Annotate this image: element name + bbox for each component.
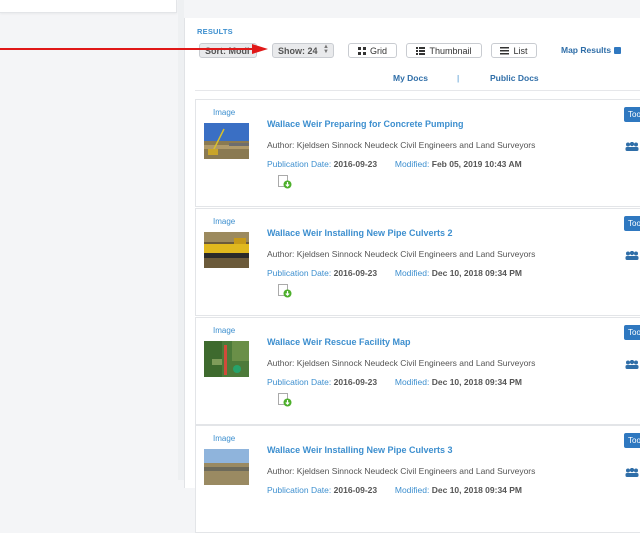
red-arrow-head xyxy=(252,44,268,54)
tools-button[interactable]: Too xyxy=(624,433,640,448)
show-count-select[interactable]: Show: 24 ▲ ▼ xyxy=(272,43,334,58)
download-icon[interactable] xyxy=(278,393,292,409)
sort-select[interactable]: Sort: Modi xyxy=(199,43,257,58)
publication-date-label: Publication Date: xyxy=(267,377,332,387)
results-heading: RESULTS xyxy=(197,27,233,36)
tab-my-docs[interactable]: My Docs xyxy=(393,73,428,83)
result-type-label: Image xyxy=(213,108,236,117)
publication-date-value: 2016-09-23 xyxy=(333,377,378,387)
grid-view-button[interactable]: Grid xyxy=(348,43,397,58)
result-author: Author: Kjeldsen Sinnock Neudeck Civil E… xyxy=(267,249,536,259)
people-icon[interactable] xyxy=(625,141,639,153)
result-card: Image Wallace Weir Rescue Facility Map A… xyxy=(195,317,640,425)
publication-date-label: Publication Date: xyxy=(267,485,332,495)
result-thumbnail[interactable] xyxy=(204,232,249,268)
people-icon[interactable] xyxy=(625,359,639,371)
result-type-label: Image xyxy=(213,434,236,443)
result-dates: Publication Date: 2016-09-23 Modified: D… xyxy=(267,485,522,495)
result-author: Author: Kjeldsen Sinnock Neudeck Civil E… xyxy=(267,466,536,476)
modified-value: Dec 10, 2018 09:34 PM xyxy=(431,377,523,387)
download-icon[interactable] xyxy=(278,175,292,191)
result-title-link[interactable]: Wallace Weir Rescue Facility Map xyxy=(267,337,411,347)
result-title-link[interactable]: Wallace Weir Installing New Pipe Culvert… xyxy=(267,228,453,238)
list-icon xyxy=(500,46,510,55)
result-dates: Publication Date: 2016-09-23 Modified: D… xyxy=(267,377,522,387)
result-type-label: Image xyxy=(213,326,236,335)
result-thumbnail[interactable] xyxy=(204,123,249,159)
left-panel-card xyxy=(0,0,177,13)
modified-label: Modified: xyxy=(394,268,430,278)
result-title-link[interactable]: Wallace Weir Preparing for Concrete Pump… xyxy=(267,119,464,129)
publication-date-value: 2016-09-23 xyxy=(333,159,378,169)
thumbnail-view-button[interactable]: Thumbnail xyxy=(406,43,482,58)
tools-button[interactable]: Too xyxy=(624,107,640,122)
download-icon[interactable] xyxy=(278,284,292,300)
modified-value: Feb 05, 2019 10:43 AM xyxy=(431,159,522,169)
tab-separator: | xyxy=(457,73,460,83)
result-dates: Publication Date: 2016-09-23 Modified: F… xyxy=(267,159,522,169)
people-icon[interactable] xyxy=(625,467,639,479)
result-card: Image Wallace Weir Installing New Pipe C… xyxy=(195,208,640,316)
list-view-label: List xyxy=(513,45,528,56)
tools-button[interactable]: Too xyxy=(624,325,640,340)
updown-arrows-icon: ▲ ▼ xyxy=(323,44,329,55)
tools-button[interactable]: Too xyxy=(624,216,640,231)
red-arrow-annotation xyxy=(0,48,254,50)
modified-label: Modified: xyxy=(394,377,430,387)
result-author: Author: Kjeldsen Sinnock Neudeck Civil E… xyxy=(267,358,536,368)
grid-view-label: Grid xyxy=(369,45,387,56)
result-thumbnail[interactable] xyxy=(204,341,249,377)
tab-public-docs[interactable]: Public Docs xyxy=(490,73,539,83)
publication-date-value: 2016-09-23 xyxy=(333,485,378,495)
map-results-checkbox[interactable] xyxy=(614,47,621,54)
result-type-label: Image xyxy=(213,217,236,226)
publication-date-value: 2016-09-23 xyxy=(333,268,378,278)
result-author: Author: Kjeldsen Sinnock Neudeck Civil E… xyxy=(267,140,536,150)
result-card: Image Wallace Weir Installing New Pipe C… xyxy=(195,425,640,533)
modified-value: Dec 10, 2018 09:34 PM xyxy=(431,268,523,278)
modified-value: Dec 10, 2018 09:34 PM xyxy=(431,485,523,495)
publication-date-label: Publication Date: xyxy=(267,268,332,278)
show-count-label: Show: 24 xyxy=(278,45,318,56)
result-title-link[interactable]: Wallace Weir Installing New Pipe Culvert… xyxy=(267,445,453,455)
list-view-button[interactable]: List xyxy=(491,43,537,58)
map-results-label: Map Results xyxy=(561,45,612,55)
people-icon[interactable] xyxy=(625,250,639,262)
thumbnail-view-label: Thumbnail xyxy=(429,45,472,56)
tabs-divider xyxy=(195,90,640,91)
modified-label: Modified: xyxy=(394,485,430,495)
publication-date-label: Publication Date: xyxy=(267,159,332,169)
thumbnail-icon xyxy=(416,46,426,55)
sort-select-label: Sort: Modi xyxy=(205,45,250,56)
result-card: Image Wallace Weir Preparing for Concret… xyxy=(195,99,640,207)
modified-label: Modified: xyxy=(394,159,430,169)
grid-icon xyxy=(357,46,366,55)
result-dates: Publication Date: 2016-09-23 Modified: D… xyxy=(267,268,522,278)
